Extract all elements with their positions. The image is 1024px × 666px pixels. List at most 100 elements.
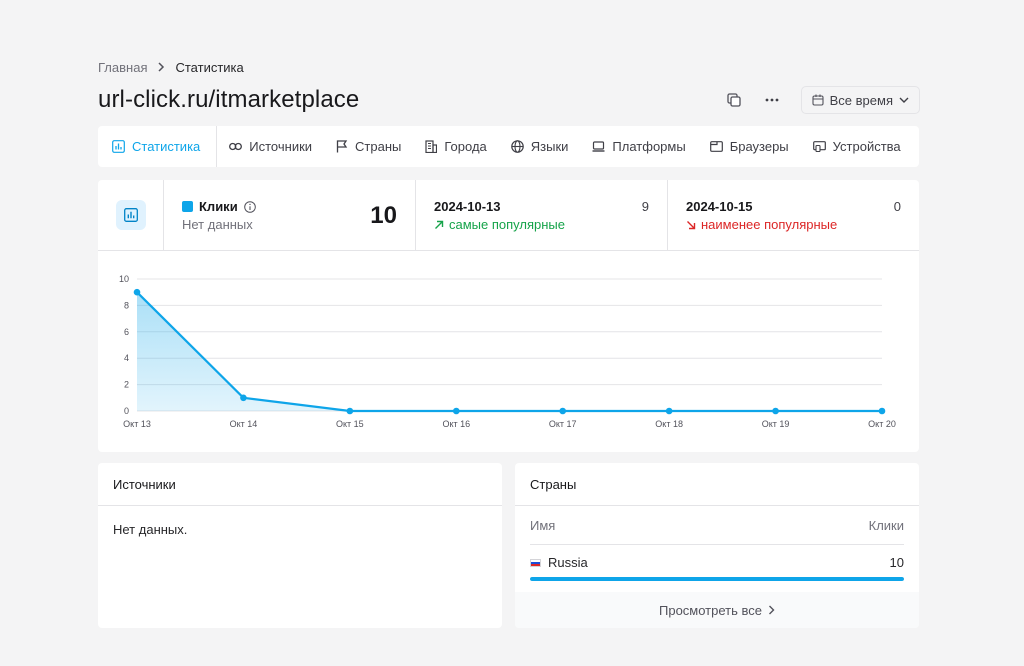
tab-label: Источники: [249, 139, 313, 154]
tab-sources[interactable]: Источники: [217, 126, 324, 167]
calendar-icon: [812, 94, 824, 106]
country-clicks: 10: [889, 555, 904, 570]
data-point: [878, 407, 886, 415]
popular-label: самые популярные: [449, 217, 565, 232]
y-tick-label: 8: [124, 300, 129, 310]
arrow-down-right-icon: [687, 220, 696, 229]
tab-label: Устройства: [832, 139, 901, 154]
country-row[interactable]: Russia 10: [530, 555, 904, 570]
metric-clicks-label: Клики: [182, 199, 256, 214]
metric-clicks: Клики Нет данных 10: [164, 180, 416, 250]
metric-label-text: Клики: [199, 199, 238, 214]
devices-icon: [812, 141, 826, 152]
russia-flag-icon: [530, 558, 541, 567]
tab-label: Города: [444, 139, 487, 154]
flag-icon: [336, 140, 348, 153]
column-clicks-header: Клики: [868, 518, 904, 533]
building-icon: [425, 140, 438, 153]
sources-panel: Источники Нет данных.: [98, 463, 502, 628]
copy-icon: [726, 93, 741, 107]
sources-empty-message: Нет данных.: [113, 522, 188, 537]
chevron-down-icon: [899, 97, 909, 103]
tab-statistics[interactable]: Статистика: [98, 126, 218, 167]
data-point: [240, 394, 247, 402]
popular-trend: самые популярные: [434, 217, 565, 232]
page-title: url-click.ru/itmarketplace: [98, 86, 360, 113]
period-select[interactable]: Все время: [800, 86, 920, 114]
country-name-cell: Russia: [530, 555, 588, 570]
view-all-button[interactable]: Просмотреть все: [515, 592, 919, 628]
unpopular-label: наименее популярные: [701, 217, 838, 232]
data-point: [772, 407, 779, 415]
x-tick-label: Окт 18: [655, 419, 683, 429]
tab-label: Браузеры: [729, 139, 789, 154]
x-tick-label: Окт 14: [230, 419, 258, 429]
link-icon: [229, 142, 243, 151]
x-tick-label: Окт 20: [868, 419, 896, 429]
metric-value: 10: [370, 202, 397, 229]
series-line: [136, 291, 882, 413]
tab-cities[interactable]: Города: [413, 126, 498, 167]
arrow-up-right-icon: [435, 220, 444, 229]
period-label: Все время: [829, 92, 893, 108]
x-tick-label: Окт 19: [762, 419, 790, 429]
tab-browsers[interactable]: Браузеры: [698, 126, 801, 167]
tab-label: Статистика: [132, 139, 201, 154]
y-tick-label: 10: [119, 274, 129, 284]
tab-languages[interactable]: Языки: [499, 126, 581, 167]
most-popular-day: 2024-10-13 9 самые популярные: [416, 180, 668, 250]
stats-summary: Клики Нет данных 10 2024-10-13 9 самые п…: [98, 180, 919, 251]
bar-chart-icon: [115, 200, 146, 230]
least-popular-day: 2024-10-15 0 наименее популярные: [668, 180, 919, 250]
y-tick-label: 6: [124, 327, 129, 337]
copy-button[interactable]: [719, 86, 749, 114]
country-share-bar: [530, 577, 904, 581]
breadcrumb: Главная Статистика: [98, 60, 244, 75]
stats-icon-cell: [98, 180, 164, 250]
chevron-right-icon: [157, 61, 165, 75]
x-tick-label: Окт 15: [336, 419, 364, 429]
header-actions: Все время: [719, 86, 920, 114]
country-share-fill: [530, 577, 904, 581]
tab-countries[interactable]: Страны: [324, 126, 413, 167]
clicks-chart: 0 2 4 6 8 10 Окт 13 Окт 14 Окт 15 Окт 16 Окт 17 Окт…: [119, 274, 896, 429]
stats-tabs: Статистика Источники Страны Города Языки…: [98, 126, 919, 167]
data-point: [559, 407, 567, 415]
laptop-icon: [592, 141, 605, 152]
x-tick-label: Окт 13: [123, 419, 151, 429]
info-icon[interactable]: [243, 200, 256, 213]
stats-card: Клики Нет данных 10 2024-10-13 9 самые п…: [98, 180, 919, 452]
unpopular-trend: наименее популярные: [686, 217, 837, 232]
popular-count: 9: [641, 199, 649, 214]
tab-platforms[interactable]: Платформы: [580, 126, 697, 167]
popular-date: 2024-10-13: [434, 199, 501, 214]
series-area: [137, 292, 882, 411]
y-tick-label: 2: [124, 380, 129, 390]
countries-panel: Страны Имя Клики Russia 10 Просмотреть в…: [515, 463, 919, 628]
breadcrumb-home-link[interactable]: Главная: [98, 60, 147, 75]
globe-icon: [510, 140, 524, 153]
data-point: [346, 407, 354, 415]
breadcrumb-current: Статистика: [175, 60, 244, 75]
browser-icon: [709, 141, 723, 152]
column-name-header: Имя: [530, 518, 556, 533]
data-point: [133, 288, 141, 296]
data-point: [452, 407, 460, 415]
bar-chart-icon: [112, 140, 125, 153]
more-dots-icon: [765, 98, 779, 102]
country-name: Russia: [548, 555, 588, 570]
y-tick-label: 0: [124, 406, 129, 416]
tab-label: Платформы: [612, 139, 686, 154]
tab-devices[interactable]: Устройства: [801, 126, 913, 167]
chevron-right-icon: [769, 605, 775, 615]
data-point: [665, 407, 673, 415]
more-button[interactable]: [757, 86, 787, 114]
sources-panel-title: Источники: [98, 463, 502, 506]
tab-label: Страны: [355, 139, 402, 154]
series-color-swatch: [182, 201, 193, 212]
unpopular-date: 2024-10-15: [686, 199, 753, 214]
x-tick-label: Окт 17: [549, 419, 577, 429]
view-all-label: Просмотреть все: [659, 602, 762, 618]
y-tick-label: 4: [124, 353, 129, 363]
metric-sub: Нет данных: [182, 217, 253, 232]
